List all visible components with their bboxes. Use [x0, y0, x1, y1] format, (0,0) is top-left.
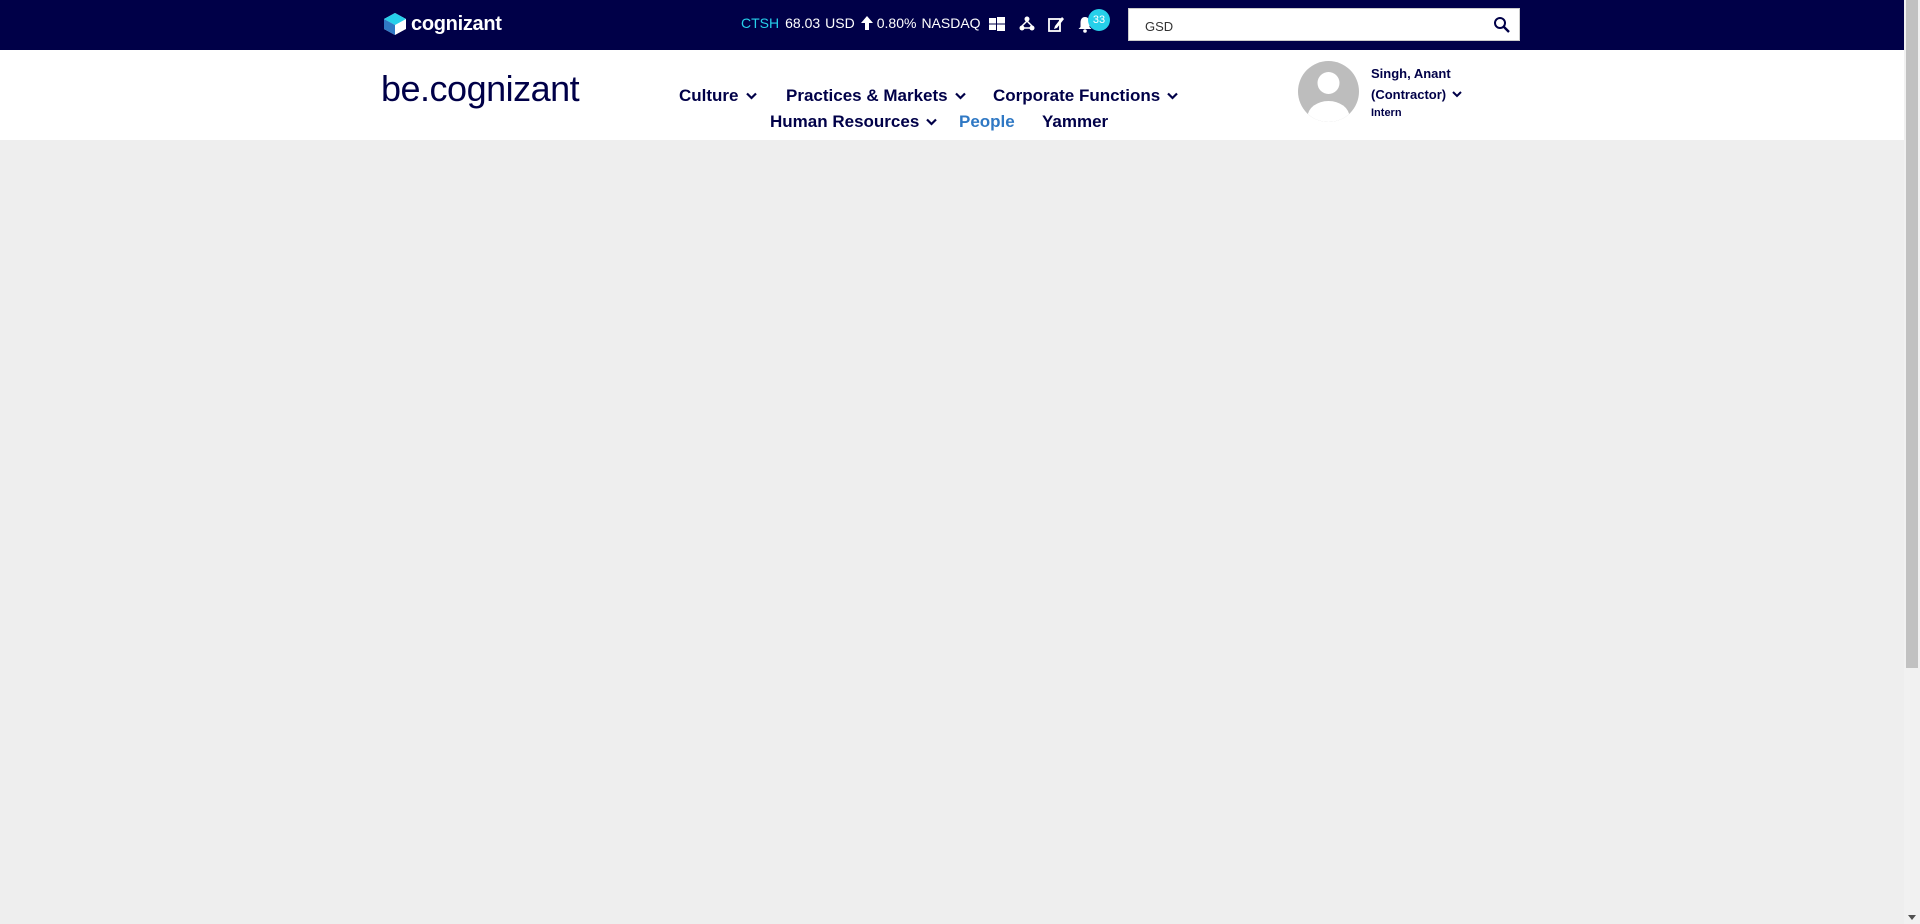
chevron-down-icon — [954, 92, 966, 100]
stock-change: 0.80% — [876, 15, 917, 31]
network-icon[interactable] — [1018, 15, 1036, 33]
nav-culture-label: Culture — [679, 86, 739, 105]
stock-symbol: CTSH — [741, 15, 780, 31]
chevron-down-icon — [1167, 92, 1178, 100]
chevron-down-icon — [745, 92, 757, 100]
nav-yammer[interactable]: Yammer — [1042, 112, 1108, 132]
chevron-down-icon — [926, 118, 938, 126]
nav-culture[interactable]: Culture — [679, 86, 757, 106]
chevron-down-icon[interactable] — [1452, 91, 1462, 98]
user-name[interactable]: Singh, Anant (Contractor) — [1371, 63, 1462, 105]
arrow-up-icon — [860, 16, 873, 30]
stock-price: 68.03 — [785, 15, 821, 31]
nav-people-label: People — [959, 112, 1015, 131]
user-name-line1: Singh, Anant — [1371, 66, 1451, 81]
brand-name: cognizant — [411, 12, 502, 35]
main-content — [0, 140, 1904, 924]
nav-practices-markets[interactable]: Practices & Markets — [786, 86, 966, 106]
windows-icon[interactable] — [988, 15, 1006, 33]
nav-hr-label: Human Resources — [770, 112, 920, 131]
scroll-down-arrow-icon[interactable] — [1908, 915, 1916, 920]
nav-corporate-label: Corporate Functions — [993, 86, 1161, 105]
stock-exchange: NASDAQ — [921, 15, 981, 31]
nav-corporate-functions[interactable]: Corporate Functions — [993, 86, 1178, 106]
search-input[interactable] — [1143, 16, 1483, 36]
cognizant-logo-mark-icon — [384, 13, 406, 35]
search-box — [1128, 8, 1520, 41]
scrollbar-thumb[interactable] — [1906, 0, 1918, 668]
edit-icon[interactable] — [1047, 15, 1065, 33]
user-avatar-icon — [1298, 61, 1359, 122]
cognizant-logo[interactable]: cognizant — [382, 12, 502, 36]
user-name-line2: (Contractor) — [1371, 87, 1447, 102]
site-logo[interactable]: be.cognizant — [381, 68, 580, 110]
site-header: be.cognizant Culture Practices & Markets… — [0, 50, 1904, 140]
nav-human-resources[interactable]: Human Resources — [770, 112, 938, 132]
user-role: Intern — [1371, 107, 1402, 119]
search-icon[interactable] — [1493, 16, 1511, 34]
notification-badge[interactable]: 33 — [1088, 9, 1110, 31]
avatar[interactable] — [1298, 61, 1359, 122]
nav-yammer-label: Yammer — [1042, 112, 1109, 131]
vertical-scrollbar[interactable] — [1904, 0, 1920, 924]
nav-practices-label: Practices & Markets — [786, 86, 948, 105]
stock-currency: USD — [825, 15, 855, 31]
top-bar: cognizant CTSH 68.03 USD 0.80% NASDAQ 33 — [0, 0, 1904, 50]
nav-people[interactable]: People — [959, 112, 1015, 132]
stock-ticker: CTSH 68.03 USD 0.80% NASDAQ — [741, 15, 981, 31]
